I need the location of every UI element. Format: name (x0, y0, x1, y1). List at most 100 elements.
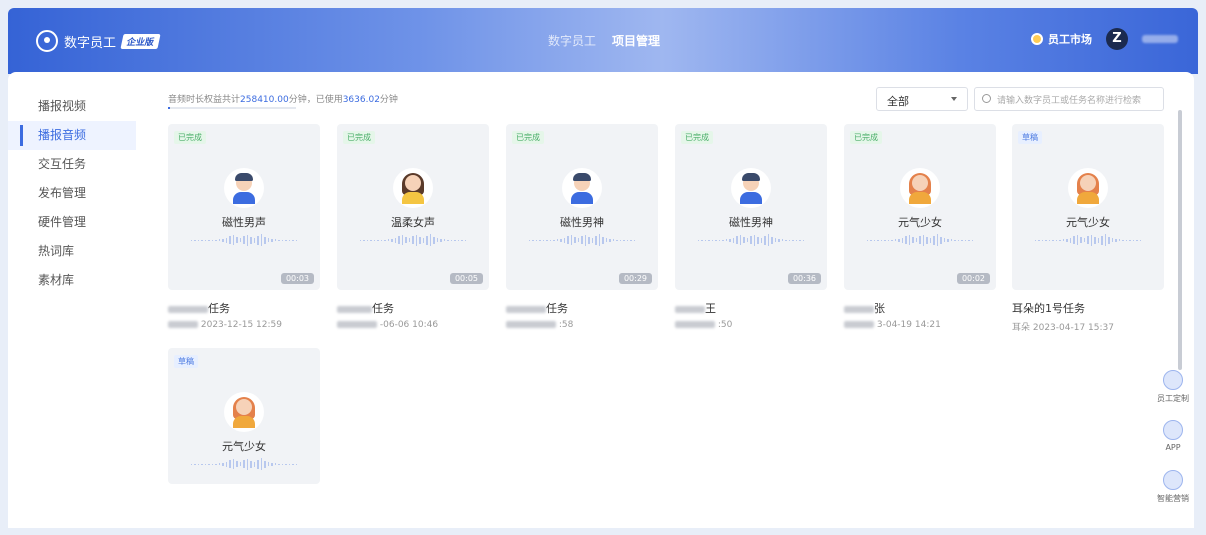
voice-avatar (731, 168, 771, 208)
voice-name: 磁性男声 (222, 216, 266, 229)
sidebar-item-interactive-task[interactable]: 交互任务 (8, 150, 136, 179)
task-meta-text: :58 (558, 320, 574, 330)
sidebar-item-broadcast-audio[interactable]: 播报音频 (8, 121, 136, 150)
task-meta: 2023-12-15 12:59 (168, 320, 320, 330)
mobile-app-icon (1163, 420, 1183, 440)
task-title-text: 任务 (208, 302, 230, 315)
smart-marketing-label: 智能营销 (1157, 494, 1189, 503)
sidebar-item-publish-management[interactable]: 发布管理 (8, 179, 136, 208)
app-name: 数字员工 (64, 35, 117, 51)
redacted-text (844, 305, 874, 313)
status-badge: 已完成 (343, 131, 375, 144)
waveform-icon (355, 234, 471, 246)
audio-task-card[interactable]: 草稿元气少女耳朵的1号任务耳朵 2023-04-17 15:37 (1012, 124, 1164, 333)
task-title[interactable]: 任务 (337, 300, 489, 316)
task-meta-text: :50 (717, 320, 733, 330)
status-filter-select[interactable]: 全部 (876, 87, 968, 111)
task-meta-text: 3-04-19 14:21 (876, 320, 941, 330)
voice-name: 磁性男神 (560, 216, 604, 229)
nav-digital-employee[interactable]: 数字员工 (548, 32, 596, 49)
task-meta: 耳朵 2023-04-17 15:37 (1012, 320, 1164, 333)
main-nav: 数字员工 项目管理 (548, 32, 660, 49)
sidebar-item-hardware-management[interactable]: 硬件管理 (8, 208, 136, 237)
main-panel: 播报视频 播报音频 交互任务 发布管理 硬件管理 热词库 素材库 音频时长权益共… (8, 72, 1194, 528)
voice-avatar (900, 168, 940, 208)
voice-avatar (562, 168, 602, 208)
redacted-text (506, 305, 546, 313)
voice-avatar (224, 392, 264, 432)
market-icon (1031, 33, 1043, 45)
task-title-text: 张 (874, 302, 885, 315)
app-label: APP (1165, 443, 1181, 452)
audio-card-preview[interactable]: 已完成 磁性男神 00:36 (675, 124, 827, 290)
quota-progress-fill (168, 107, 170, 109)
task-meta: :50 (675, 320, 827, 330)
audio-card-preview[interactable]: 已完成 温柔女声 00:05 (337, 124, 489, 290)
redacted-text (337, 305, 372, 313)
search-icon (982, 94, 991, 103)
redacted-text (337, 321, 377, 328)
status-badge: 草稿 (1018, 131, 1042, 144)
employee-custom-label: 员工定制 (1157, 394, 1189, 403)
task-title[interactable]: 任务 (168, 300, 320, 316)
status-badge: 已完成 (174, 131, 206, 144)
task-title[interactable]: 张 (844, 300, 996, 316)
audio-card-preview[interactable]: 已完成磁性男神 00:29 (506, 124, 658, 290)
sidebar-item-hotword-library[interactable]: 热词库 (8, 237, 136, 266)
search-placeholder: 请输入数字员工或任务名称进行检索 (997, 96, 1142, 106)
quota-text: 音频时长权益共计258410.00分钟，已使用3636.02分钟 (168, 92, 398, 105)
nav-project-management[interactable]: 项目管理 (612, 32, 660, 49)
audio-card-preview[interactable]: 已完成磁性男声 00:03 (168, 124, 320, 290)
search-input[interactable]: 请输入数字员工或任务名称进行检索 (974, 87, 1164, 111)
task-meta: :58 (506, 320, 658, 330)
waveform-icon (186, 234, 302, 246)
status-badge: 已完成 (512, 131, 544, 144)
redacted-text (675, 305, 705, 313)
waveform-icon (693, 234, 809, 246)
app-logo[interactable]: 数字员工 企业版 (36, 30, 161, 52)
audio-card-preview[interactable]: 草稿元气少女 (1012, 124, 1164, 290)
audio-card-preview[interactable]: 已完成 元气少女 00:02 (844, 124, 996, 290)
sidebar-item-broadcast-video[interactable]: 播报视频 (8, 92, 136, 121)
duration-badge: 00:02 (956, 273, 990, 284)
task-title-text: 任务 (546, 302, 568, 315)
username-blurred[interactable] (1142, 35, 1178, 43)
audio-task-card[interactable]: 已完成 温柔女声 00:05 任务 -06-06 10:46 (337, 124, 489, 330)
task-title-text: 耳朵的1号任务 (1012, 302, 1085, 315)
duration-badge: 00:29 (618, 273, 652, 284)
audio-task-card[interactable]: 草稿 元气少女 (168, 348, 320, 484)
task-title[interactable]: 任务 (506, 300, 658, 316)
sidebar-item-material-library[interactable]: 素材库 (8, 266, 136, 295)
voice-name: 元气少女 (1066, 216, 1110, 229)
header-actions: 员工市场 Z (1031, 28, 1178, 50)
scrollbar[interactable] (1178, 110, 1182, 370)
redacted-text (506, 321, 556, 328)
task-meta: 3-04-19 14:21 (844, 320, 996, 330)
quota-unit1: 分钟，已使用 (288, 95, 343, 105)
marketing-chart-icon (1163, 470, 1183, 490)
waveform-icon (524, 234, 640, 246)
audio-task-card[interactable]: 已完成磁性男神 00:29 任务 :58 (506, 124, 658, 330)
task-title[interactable]: 耳朵的1号任务 (1012, 300, 1164, 316)
app-button[interactable]: APP (1153, 420, 1193, 470)
task-title-text: 任务 (372, 302, 394, 315)
audio-task-card[interactable]: 已完成 元气少女 00:02 张 3-04-19 14:21 (844, 124, 996, 330)
user-avatar[interactable]: Z (1106, 28, 1128, 50)
voice-avatar (224, 168, 264, 208)
audio-task-card[interactable]: 已完成 磁性男神 00:36 王 :50 (675, 124, 827, 330)
employee-market-button[interactable]: 员工市场 (1031, 31, 1092, 47)
duration-badge: 00:03 (280, 273, 314, 284)
task-title[interactable]: 王 (675, 300, 827, 316)
audio-card-preview[interactable]: 草稿 元气少女 (168, 348, 320, 484)
smart-marketing-button[interactable]: 智能营销 (1153, 470, 1193, 520)
quota-prefix: 音频时长权益共计 (168, 95, 241, 105)
audio-task-card[interactable]: 已完成磁性男声 00:03 任务 2023-12-15 12:59 (168, 124, 320, 330)
task-title-text: 王 (705, 302, 716, 315)
voice-name: 元气少女 (898, 216, 942, 229)
waveform-icon (186, 458, 302, 470)
redacted-text (168, 305, 208, 313)
employee-custom-button[interactable]: 员工定制 (1153, 370, 1193, 420)
voice-avatar (393, 168, 433, 208)
quota-total: 258410.00 (240, 95, 289, 105)
redacted-text (675, 321, 715, 328)
